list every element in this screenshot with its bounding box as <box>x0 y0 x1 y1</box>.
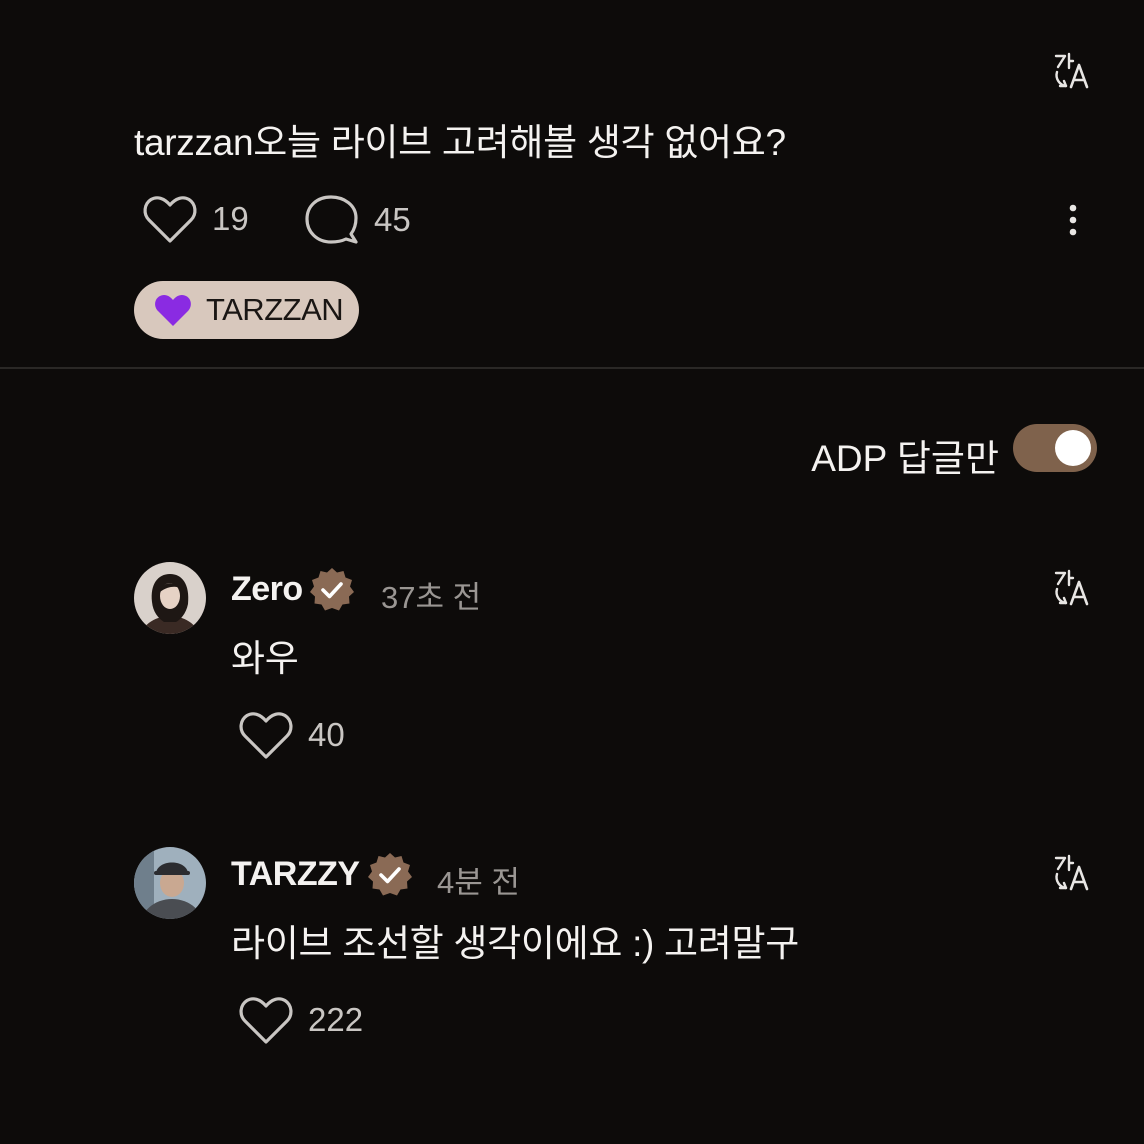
translate-icon[interactable] <box>1052 50 1092 90</box>
comment-username[interactable]: Zero <box>231 570 303 609</box>
comment-like-count: 40 <box>308 716 345 753</box>
adp-replies-only-toggle[interactable] <box>1013 424 1097 472</box>
tag-chip[interactable]: TARZZAN <box>134 281 359 339</box>
heart-icon <box>143 196 197 243</box>
comment-text: 와우 <box>231 638 299 679</box>
post-comment-button[interactable]: 45 <box>304 193 411 247</box>
translate-icon[interactable] <box>1052 852 1092 892</box>
comment-timestamp: 37초 전 <box>381 580 482 615</box>
post-like-button[interactable]: 19 <box>142 193 249 245</box>
verified-badge-icon <box>308 566 356 614</box>
toggle-knob <box>1055 430 1091 466</box>
comment-like-button[interactable]: 222 <box>238 994 363 1046</box>
comment-like-count: 222 <box>308 1001 364 1038</box>
comment-text: 라이브 조선할 생각이에요 :) 고려말구 <box>231 923 800 964</box>
verified-badge-icon <box>366 851 414 899</box>
comment-bubble-icon <box>305 195 358 244</box>
purple-heart-icon <box>155 294 191 326</box>
translate-icon[interactable] <box>1052 567 1092 607</box>
avatar[interactable] <box>134 562 206 634</box>
avatar[interactable] <box>134 847 206 919</box>
comment-timestamp: 4분 전 <box>437 865 520 900</box>
divider <box>0 367 1144 369</box>
more-vertical-icon[interactable] <box>1058 200 1088 240</box>
adp-replies-only-label: ADP 답글만 <box>811 438 999 479</box>
comment-like-button[interactable]: 40 <box>238 709 345 761</box>
heart-icon <box>239 997 293 1044</box>
post-like-count: 19 <box>212 200 249 237</box>
heart-icon <box>239 712 293 759</box>
post-comment-count: 45 <box>374 201 411 238</box>
tag-chip-label: TARZZAN <box>206 292 344 327</box>
comment-username[interactable]: TARZZY <box>231 855 360 894</box>
post-text: tarzzan오늘 라이브 고려해볼 생각 없어요? <box>134 122 786 163</box>
